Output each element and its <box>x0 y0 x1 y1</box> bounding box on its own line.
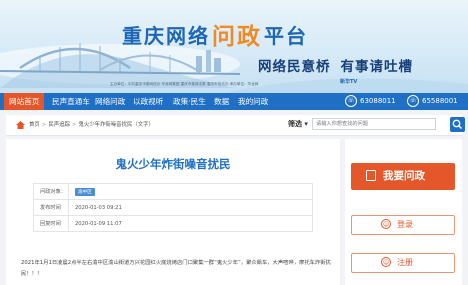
nav-data[interactable]: 数据 <box>214 93 229 110</box>
breadcrumb: 首页 > 民声追踪 > 鬼火少年炸街噪音扰民（文字） <box>29 122 154 128</box>
phone-icon: ☏ <box>345 95 357 107</box>
nav-direct-line[interactable]: 民声直通车 <box>52 93 90 110</box>
hotline-2: ☏ 65588001 <box>407 95 458 108</box>
site-slogan: 网络民意桥 有事请吐槽 <box>258 59 413 75</box>
post-body: 2021年1月1日凌晨2点半左右渝中区渝山街道万兴花园红火底烧烤店门口聚集一群“… <box>21 260 331 277</box>
table-row: 回复时间 2020-01-09 11:07 <box>33 215 313 232</box>
nav-policy-hearing[interactable]: 以政视听 <box>133 93 163 110</box>
reply-value: 2020-01-09 11:07 <box>68 215 313 232</box>
nav-policy-livelihood[interactable]: 政策·民生 <box>173 93 206 110</box>
table-row: 问政对象： 渝中区 <box>33 183 313 200</box>
breadcrumb-home[interactable]: 首页 <box>29 122 40 128</box>
hotline-1: ☏ 63088011 <box>345 95 396 108</box>
post-title: 鬼火少年炸街噪音扰民 <box>115 157 231 171</box>
filter-dropdown[interactable]: 筛选 ▾ <box>288 119 308 129</box>
target-label: 问政对象： <box>33 183 69 200</box>
user-icon: ☺ <box>381 218 391 229</box>
post-detail: 鬼火少年炸街噪音扰民 问政对象： 渝中区 发布时间 2020-01-03 09:… <box>6 139 340 285</box>
register-button[interactable]: ☺ 注册 <box>351 253 455 273</box>
search-icon <box>452 119 463 130</box>
breadcrumb-section[interactable]: 民声追踪 <box>48 122 70 128</box>
home-icon <box>16 121 25 129</box>
login-button[interactable]: ☺ 登录 <box>351 215 455 235</box>
target-tag[interactable]: 渝中区 <box>75 187 95 196</box>
ask-question-button[interactable]: 我要问政 <box>351 163 455 190</box>
search-button[interactable] <box>450 117 465 132</box>
breadcrumb-current: 鬼火少年炸街噪音扰民（文字） <box>78 122 154 128</box>
phone-icon: ☏ <box>407 95 419 107</box>
reply-label: 回复时间 <box>33 215 69 232</box>
posted-value: 2020-01-03 09:21 <box>68 199 313 216</box>
post-info-table: 问政对象： 渝中区 发布时间 2020-01-03 09:21 回复时间 202… <box>33 183 313 232</box>
nav-online-inquiry[interactable]: 网络问政 <box>95 93 125 110</box>
partner-logo: 新华TV <box>340 79 358 85</box>
nav-home[interactable]: 网站首页 <box>4 93 45 110</box>
breadcrumb-bar: 首页 > 民声追踪 > 鬼火少年炸街噪音扰民（文字） 筛选 ▾ <box>6 115 465 136</box>
edit-icon <box>366 169 376 181</box>
posted-label: 发布时间 <box>33 199 69 216</box>
search-input[interactable] <box>312 118 436 130</box>
sidebar: 我要问政 ☺ 登录 ☺ 注册 <box>345 139 462 285</box>
site-banner: 重庆网络问政 平台 网络民意桥 有事请吐槽 主办单位：中共重庆市委网信办 华龙网集团… <box>0 0 468 93</box>
user-icon: ☺ <box>381 256 391 267</box>
sponsor-text: 主办单位：中共重庆市委网信办 华龙网集团 重庆市委政法委 重庆市信访办 承办单位… <box>110 82 259 86</box>
target-cell: 渝中区 <box>68 183 313 200</box>
nav-my-inquiry[interactable]: 我的问政 <box>238 93 268 110</box>
table-row: 发布时间 2020-01-03 09:21 <box>33 199 313 216</box>
site-title: 重庆网络问政 平台 <box>122 24 308 50</box>
main-nav: 网站首页 民声直通车 网络问政 以政视听 政策·民生 数据 我的问政 ☏ 6308… <box>0 93 468 110</box>
